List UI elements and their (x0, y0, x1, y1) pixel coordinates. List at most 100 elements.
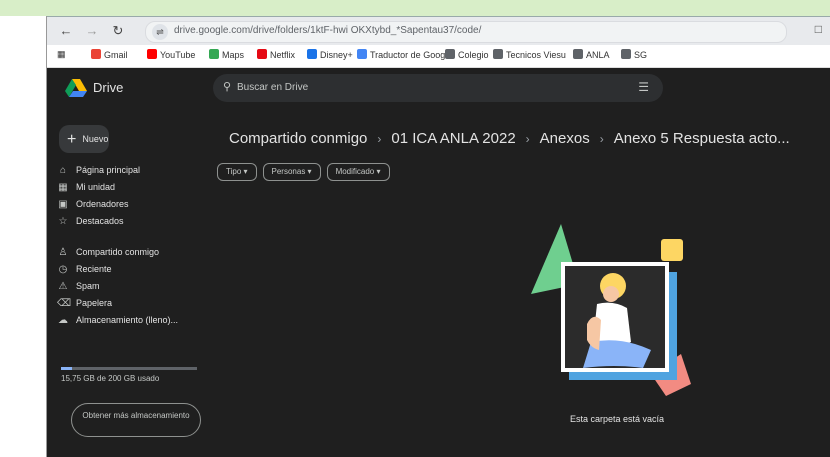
star-icon: ☆ (58, 216, 68, 227)
chevron-down-icon: ▾ (241, 167, 248, 176)
filter-chip-label: Personas (271, 167, 306, 176)
bookmark-label: Tecnicos Viesu (506, 50, 566, 60)
sidebar-item-7[interactable]: ⌫ Papelera (57, 298, 207, 315)
bookmark-colegio[interactable]: Colegio (445, 49, 489, 60)
app-title: Drive (93, 80, 124, 95)
bookmark-sg[interactable]: SG (621, 49, 647, 60)
filter-chip[interactable]: Modificado ▾ (326, 163, 390, 181)
folder-icon (621, 49, 631, 59)
chevron-right-icon: › (377, 132, 382, 146)
youtube-icon (147, 49, 157, 59)
breadcrumb-item[interactable]: Anexo 5 Respuesta acto... (614, 130, 790, 147)
bookmark-anla[interactable]: ANLA (573, 49, 610, 60)
shared-icon: ♙ (58, 247, 68, 258)
sidebar-item-4[interactable]: ♙ Compartido conmigo (57, 247, 207, 264)
empty-folder-illustration (531, 224, 691, 396)
site-info-icon[interactable]: ⇌ (152, 24, 168, 40)
trash-icon: ⌫ (57, 298, 72, 309)
sidebar-item-label: Papelera (76, 298, 113, 308)
sidebar-item-label: Página principal (76, 165, 141, 175)
bookmark-label: Maps (222, 50, 245, 60)
sidebar-item-label: Destacados (76, 216, 124, 226)
filter-chip[interactable]: Tipo ▾ (217, 163, 257, 181)
breadcrumb-item[interactable]: 01 ICA ANLA 2022 (391, 130, 515, 147)
filter-chip-label: Modificado (335, 167, 375, 176)
sidebar-item-0[interactable]: ⌂ Página principal (57, 165, 207, 182)
sidebar-item-8[interactable]: ☁ Almacenamiento (lleno)... (57, 315, 207, 332)
folder-icon (493, 49, 503, 59)
bookmark-gmail[interactable]: Gmail (91, 49, 128, 60)
sidebar-item-label: Almacenamiento (lleno)... (76, 315, 179, 325)
recent-icon: ◷ (58, 264, 68, 275)
bookmark-label: Colegio (458, 50, 489, 60)
bookmarks-bar: ▦ Gmail YouTube Maps Netflix Disney+ Traducto… (47, 45, 830, 68)
new-button[interactable]: + Nuevo (59, 125, 109, 153)
spam-icon: ⚠ (58, 281, 68, 292)
sidebar-item-3[interactable]: ☆ Destacados (57, 216, 207, 233)
search-input[interactable]: ⚲ Buscar en Drive ☰ (213, 74, 663, 102)
filter-chip[interactable]: Personas ▾ (262, 163, 321, 181)
bookmark-label: YouTube (160, 50, 196, 60)
sidebar-item-5[interactable]: ◷ Reciente (57, 264, 207, 281)
extension-icon[interactable]: □ (815, 22, 822, 36)
sidebar-item-6[interactable]: ⚠ Spam (57, 281, 207, 298)
plus-icon: + (67, 131, 77, 148)
url-text: drive.google.com/drive/folders/1ktF-hwi … (174, 25, 482, 36)
get-storage-button[interactable]: Obtener más almacenamiento (71, 403, 201, 437)
bookmark-tecnicos-viesu[interactable]: Tecnicos Viesu (493, 49, 566, 60)
bookmark-disney-[interactable]: Disney+ (307, 49, 353, 60)
empty-folder-message: Esta carpeta está vacía (569, 414, 665, 424)
search-icon: ⚲ (223, 81, 232, 93)
storage-bar (61, 367, 197, 370)
sidebar-item-2[interactable]: ▣ Ordenadores (57, 199, 207, 216)
sidebar-item-label: Compartido conmigo (76, 247, 160, 257)
disney-icon (307, 49, 317, 59)
sidebar-item-1[interactable]: ▦ Mi unidad (57, 182, 207, 199)
drive-app: Drive ⚲ Buscar en Drive ☰ + Nuevo ⌂ Página… (47, 68, 830, 457)
bookmark-maps[interactable]: Maps (209, 49, 244, 60)
filter-chip-label: Tipo (226, 167, 242, 176)
bookmark-label: SG (634, 50, 648, 60)
bookmark-label: Traductor de Google (370, 50, 453, 60)
chevron-right-icon: › (599, 132, 604, 146)
home-icon: ⌂ (59, 165, 67, 176)
back-icon[interactable]: ← (57, 22, 75, 40)
breadcrumb: Compartido conmigo › 01 ICA ANLA 2022 › Anex… (229, 130, 790, 147)
folder-icon (445, 49, 455, 59)
outer-frame-top (0, 0, 830, 17)
sidebar-item-label: Reciente (76, 264, 112, 274)
browser-window: ← → ↻ ⇌ drive.google.com/drive/folders/1… (47, 17, 830, 457)
bookmark-label: Disney+ (320, 50, 353, 60)
netflix-icon (257, 49, 267, 59)
bookmark-label: Netflix (270, 50, 296, 60)
forward-icon[interactable]: → (83, 22, 101, 40)
storage-bar-fill (61, 367, 72, 370)
bookmark-youtube[interactable]: YouTube (147, 49, 195, 60)
bookmark-label: Gmail (104, 50, 128, 60)
sidebar-item-label: Spam (76, 281, 100, 291)
search-placeholder: Buscar en Drive (237, 82, 309, 93)
chevron-down-icon: ▾ (305, 167, 312, 176)
search-options-icon[interactable]: ☰ (638, 80, 649, 94)
address-bar[interactable]: ⇌ drive.google.com/drive/folders/1ktF-hw… (145, 21, 787, 43)
storage-text: 15,75 GB de 200 GB usado (61, 374, 160, 383)
apps-icon[interactable]: ▦ (57, 49, 66, 60)
translate-icon (357, 49, 367, 59)
outer-frame-left (0, 16, 47, 457)
breadcrumb-item[interactable]: Compartido conmigo (229, 130, 367, 147)
browser-toolbar: ← → ↻ ⇌ drive.google.com/drive/folders/1… (47, 17, 830, 45)
reload-icon[interactable]: ↻ (109, 22, 127, 40)
my-drive-icon: ▦ (58, 182, 68, 193)
breadcrumb-item[interactable]: Anexos (540, 130, 590, 147)
maps-icon (209, 49, 219, 59)
bookmark-label: ANLA (586, 50, 610, 60)
sidebar-item-label: Mi unidad (76, 182, 116, 192)
bookmark-traductor-de-google[interactable]: Traductor de Google (357, 49, 452, 60)
bookmark-netflix[interactable]: Netflix (257, 49, 295, 60)
folder-icon (573, 49, 583, 59)
chevron-right-icon: › (525, 132, 530, 146)
cloud-icon: ☁ (58, 315, 68, 326)
gmail-icon (91, 49, 101, 59)
computers-icon: ▣ (58, 199, 68, 210)
